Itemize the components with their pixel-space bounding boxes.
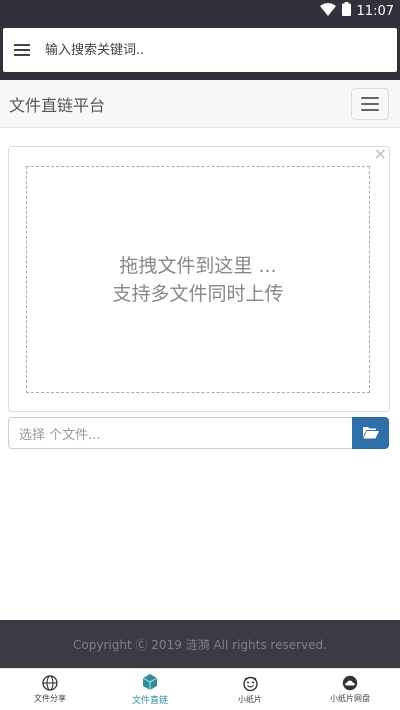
search-input[interactable] xyxy=(45,35,385,65)
brand-title[interactable]: 文件直链平台 xyxy=(9,92,105,116)
tab-label: 文件直链 xyxy=(131,696,168,706)
browse-button[interactable] xyxy=(352,417,389,449)
tab-label: 小纸片网盘 xyxy=(330,694,370,703)
drop-zone[interactable]: 拖拽文件到这里 ... 支持多文件同时上传 xyxy=(26,166,370,393)
tab-label: 文件分享 xyxy=(34,694,66,703)
bottom-tab-bar: 文件分享 文件直链 小纸片 小纸片网盘 xyxy=(0,668,400,710)
tab-label: 小纸片 xyxy=(238,694,262,704)
tab-paper-note[interactable]: 小纸片 xyxy=(200,669,300,710)
drop-zone-hint: 拖拽文件到这里 ... xyxy=(119,254,277,277)
upload-panel: × 拖拽文件到这里 ... 支持多文件同时上传 xyxy=(8,144,390,412)
search-bar xyxy=(3,28,397,72)
status-icons: 11:07 xyxy=(319,2,394,20)
status-bar: 11:07 xyxy=(0,0,400,22)
battery-icon xyxy=(341,2,351,20)
smiley-icon xyxy=(242,675,259,692)
tab-paper-drive[interactable]: 小纸片网盘 xyxy=(300,669,400,710)
cloud-icon xyxy=(342,675,358,691)
folder-open-icon xyxy=(362,424,379,443)
cube-icon xyxy=(141,673,159,691)
copyright-text: Copyright Ⓒ 2019 涟漪 All rights reserved. xyxy=(73,637,327,652)
navbar-toggle-button[interactable] xyxy=(351,88,389,120)
file-caption-field[interactable]: 选择 个文件... xyxy=(8,417,352,449)
wifi-icon xyxy=(319,2,336,20)
close-icon[interactable]: × xyxy=(374,144,387,163)
navbar: 文件直链平台 xyxy=(0,80,400,128)
toggle-bar xyxy=(361,97,379,99)
hamburger-menu-icon[interactable] xyxy=(3,28,41,72)
toggle-bar xyxy=(361,109,379,111)
toggle-bar xyxy=(361,103,379,105)
globe-icon xyxy=(42,675,58,691)
file-input-group: 选择 个文件... xyxy=(8,417,389,449)
tab-direct-link[interactable]: 文件直链 xyxy=(100,669,200,710)
status-time: 11:07 xyxy=(356,3,394,19)
tab-file-share[interactable]: 文件分享 xyxy=(0,669,100,710)
page-footer: Copyright Ⓒ 2019 涟漪 All rights reserved. xyxy=(0,620,400,668)
drop-zone-subhint: 支持多文件同时上传 xyxy=(112,282,284,305)
